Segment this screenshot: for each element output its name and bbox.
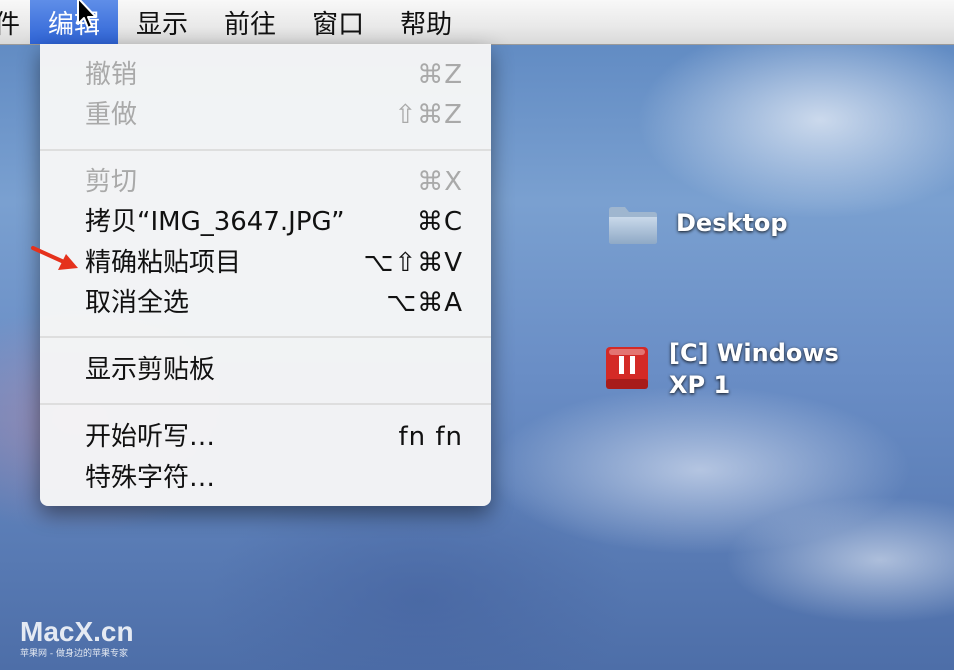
- menu-item-shortcut: ⌘Z: [417, 60, 463, 90]
- drive-icon[interactable]: [603, 343, 651, 397]
- menu-item-label: 精确粘贴项目: [85, 248, 242, 278]
- desktop-folder-label[interactable]: Desktop: [676, 208, 788, 238]
- menu-item-label: 显示剪贴板: [85, 355, 216, 385]
- menu-bar: 件 编辑 显示 前往 窗口 帮助: [0, 0, 954, 45]
- menu-item-shortcut: ⌥⇧⌘V: [363, 248, 463, 278]
- menu-separator: [40, 403, 491, 405]
- menu-item-undo[interactable]: 撤销 ⌘Z: [40, 55, 491, 95]
- menu-edit[interactable]: 编辑: [30, 0, 119, 44]
- drive-label-line1[interactable]: [C] Windows: [669, 338, 839, 368]
- menu-item-label: 取消全选: [85, 288, 190, 318]
- folder-icon[interactable]: [607, 204, 659, 250]
- menu-item-special-characters[interactable]: 特殊字符…: [40, 458, 491, 498]
- menu-item-cut[interactable]: 剪切 ⌘X: [40, 162, 491, 202]
- menu-item-redo[interactable]: 重做 ⇧⌘Z: [40, 95, 491, 135]
- menu-help[interactable]: 帮助: [382, 0, 470, 44]
- menu-item-copy[interactable]: 拷贝“IMG_3647.JPG” ⌘C: [40, 202, 491, 242]
- menu-item-label: 剪切: [85, 167, 138, 197]
- menu-view[interactable]: 显示: [118, 0, 206, 44]
- menu-item-shortcut: ⌘X: [417, 167, 463, 197]
- watermark-logo: MacX.cn: [20, 616, 134, 647]
- menu-item-label: 撤销: [85, 60, 138, 90]
- menu-item-shortcut: fn fn: [398, 422, 463, 452]
- menu-item-paste-item-exactly[interactable]: 精确粘贴项目 ⌥⇧⌘V: [40, 243, 491, 283]
- menu-item-shortcut: ⌥⌘A: [386, 288, 463, 318]
- menu-item-label: 特殊字符…: [85, 463, 216, 493]
- menu-item-show-clipboard[interactable]: 显示剪贴板: [40, 350, 491, 390]
- menu-item-deselect-all[interactable]: 取消全选 ⌥⌘A: [40, 283, 491, 323]
- watermark: MacX.cn 苹果网 - 做身边的苹果专家: [20, 616, 134, 660]
- menu-item-label: 开始听写…: [85, 422, 216, 452]
- menu-window[interactable]: 窗口: [294, 0, 382, 44]
- menu-file[interactable]: 件: [0, 0, 30, 44]
- menu-item-shortcut: ⌘C: [416, 207, 463, 237]
- edit-menu: 撤销 ⌘Z 重做 ⇧⌘Z 剪切 ⌘X 拷贝“IMG_3647.JPG” ⌘C 精…: [40, 44, 491, 506]
- annotation-arrow-icon: [30, 244, 82, 278]
- menu-go[interactable]: 前往: [206, 0, 294, 44]
- drive-label-line2[interactable]: XP 1: [669, 370, 730, 400]
- menu-item-label: 拷贝“IMG_3647.JPG”: [85, 207, 345, 237]
- watermark-tagline: 苹果网 - 做身边的苹果专家: [20, 649, 128, 659]
- menu-item-shortcut: ⇧⌘Z: [394, 100, 463, 130]
- menu-separator: [40, 336, 491, 338]
- menu-item-start-dictation[interactable]: 开始听写… fn fn: [40, 417, 491, 457]
- menu-item-label: 重做: [85, 100, 138, 130]
- menu-separator: [40, 149, 491, 151]
